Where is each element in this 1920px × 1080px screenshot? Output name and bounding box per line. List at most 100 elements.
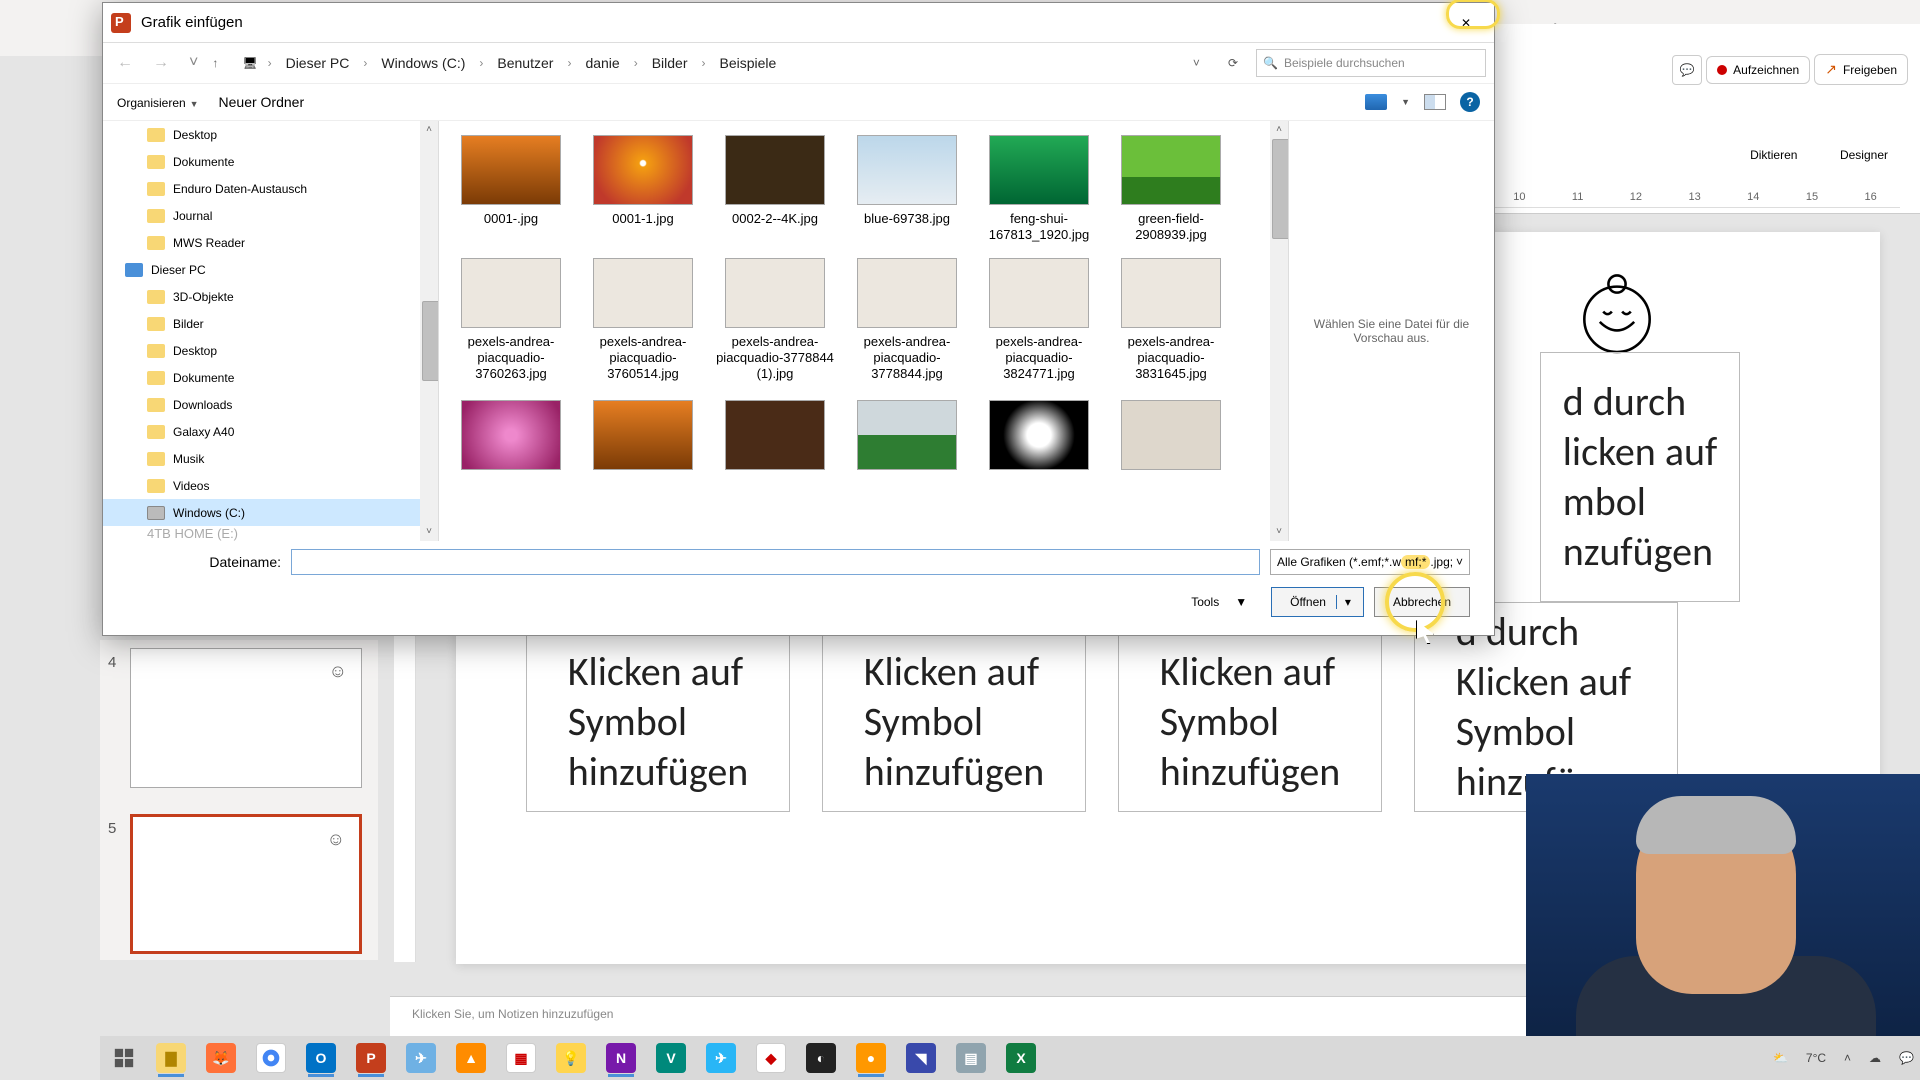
- slide-thumbnail-pane[interactable]: 4 ☺ 5 ☺: [100, 640, 378, 960]
- tree-item[interactable]: Videos: [103, 472, 438, 499]
- comments-icon[interactable]: 💬: [1672, 55, 1702, 85]
- image-placeholder-4[interactable]: Klicken aufSymbolhinzufügen: [1118, 632, 1382, 812]
- taskbar-firefox[interactable]: 🦊: [200, 1039, 242, 1077]
- file-item[interactable]: [1105, 396, 1237, 480]
- tree-item-cut[interactable]: 4TB HOME (E:): [103, 526, 438, 541]
- slide-thumb-5[interactable]: ☺: [130, 814, 362, 954]
- taskbar-app-7[interactable]: ▤: [950, 1039, 992, 1077]
- file-item[interactable]: 0002-2--4K.jpg: [709, 131, 841, 254]
- tree-scrollbar[interactable]: ˄˅: [420, 121, 438, 541]
- scrollbar-thumb[interactable]: [1272, 139, 1288, 239]
- nav-back-icon[interactable]: ←: [111, 54, 139, 72]
- system-tray[interactable]: ⛅ 7°C ˄ ☁ 💬: [1773, 1051, 1914, 1065]
- folder-tree[interactable]: DesktopDokumenteEnduro Daten-AustauschJo…: [103, 121, 439, 541]
- view-mode-icon[interactable]: [1365, 94, 1387, 110]
- file-item[interactable]: [577, 396, 709, 480]
- file-item[interactable]: pexels-andrea-piacquadio-3831645.jpg: [1105, 254, 1237, 393]
- dialog-titlebar[interactable]: Grafik einfügen ✕: [103, 3, 1494, 43]
- file-item[interactable]: [973, 396, 1105, 480]
- tree-item[interactable]: Dieser PC: [103, 256, 438, 283]
- ribbon-group-dictate[interactable]: Diktieren Sprache: [1750, 102, 1798, 199]
- file-item[interactable]: 0001-1.jpg: [577, 131, 709, 254]
- search-input[interactable]: 🔍 Beispiele durchsuchen: [1256, 49, 1486, 77]
- breadcrumb[interactable]: danie: [581, 55, 623, 71]
- taskbar-app-4[interactable]: ◆: [750, 1039, 792, 1077]
- file-item[interactable]: blue-69738.jpg: [841, 131, 973, 254]
- taskbar-excel[interactable]: X: [1000, 1039, 1042, 1077]
- taskbar-explorer[interactable]: ▇: [150, 1039, 192, 1077]
- filename-input[interactable]: [291, 549, 1260, 575]
- nav-forward-icon[interactable]: →: [147, 54, 175, 72]
- share-button[interactable]: ↗Freigeben: [1814, 54, 1908, 85]
- tree-item[interactable]: Bilder: [103, 310, 438, 337]
- taskbar-app-2[interactable]: ▦: [500, 1039, 542, 1077]
- file-item[interactable]: [709, 396, 841, 480]
- dialog-close-button[interactable]: ✕: [1446, 8, 1486, 38]
- taskbar-app-v[interactable]: V: [650, 1039, 692, 1077]
- image-placeholder-3[interactable]: Klicken aufSymbolhinzufügen: [822, 632, 1086, 812]
- files-scrollbar[interactable]: ˄˅: [1270, 121, 1288, 541]
- file-item[interactable]: pexels-andrea-piacquadio-3778844.jpg: [841, 254, 973, 393]
- tree-item[interactable]: Dokumente: [103, 148, 438, 175]
- tree-item[interactable]: Downloads: [103, 391, 438, 418]
- tools-menu[interactable]: Tools▼: [1191, 595, 1247, 609]
- file-item[interactable]: [841, 396, 973, 480]
- taskbar-app-5[interactable]: ◐: [800, 1039, 842, 1077]
- nav-up-icon[interactable]: ↑: [212, 56, 218, 70]
- taskbar-outlook[interactable]: O: [300, 1039, 342, 1077]
- taskbar-app-6[interactable]: ◥: [900, 1039, 942, 1077]
- tray-chevron-icon[interactable]: ˄: [1844, 1051, 1851, 1065]
- organize-menu[interactable]: Organisieren ▼: [117, 94, 199, 110]
- taskbar-powerpoint[interactable]: P: [350, 1039, 392, 1077]
- record-button[interactable]: Aufzeichnen: [1706, 56, 1810, 84]
- help-icon[interactable]: ?: [1460, 92, 1480, 112]
- taskbar-onenote[interactable]: N: [600, 1039, 642, 1077]
- taskbar[interactable]: ▇ 🦊 O P ✈ ▲ ▦ 💡 N V ✈ ◆ ◐ ● ◥ ▤ X ⛅ 7°C …: [100, 1036, 1920, 1080]
- tree-item[interactable]: Desktop: [103, 121, 438, 148]
- file-list[interactable]: 0001-.jpg0001-1.jpg0002-2--4K.jpgblue-69…: [439, 121, 1288, 541]
- breadcrumb[interactable]: Dieser PC: [282, 55, 354, 71]
- view-mode-dropdown-icon[interactable]: ▼: [1401, 97, 1410, 107]
- refresh-icon[interactable]: ⟳: [1218, 56, 1248, 70]
- new-folder-button[interactable]: Neuer Ordner: [219, 94, 305, 110]
- taskbar-chrome[interactable]: [250, 1039, 292, 1077]
- file-type-select[interactable]: Alle Grafiken (*.emf;*.wmf;*.jpg; ˅: [1270, 549, 1470, 575]
- tree-item[interactable]: Dokumente: [103, 364, 438, 391]
- tree-item[interactable]: Enduro Daten-Austausch: [103, 175, 438, 202]
- tree-item[interactable]: Musik: [103, 445, 438, 472]
- open-button[interactable]: Öffnen▾: [1271, 587, 1364, 617]
- breadcrumb[interactable]: Beispiele: [716, 55, 781, 71]
- tree-item[interactable]: 3D-Objekte: [103, 283, 438, 310]
- ribbon-group-designer[interactable]: Designer Designer: [1838, 102, 1890, 199]
- tray-chat-icon[interactable]: 💬: [1899, 1051, 1914, 1065]
- tree-item[interactable]: Desktop: [103, 337, 438, 364]
- breadcrumb[interactable]: Benutzer: [493, 55, 557, 71]
- tree-item[interactable]: Windows (C:): [103, 499, 438, 526]
- taskbar-app-3[interactable]: 💡: [550, 1039, 592, 1077]
- breadcrumb[interactable]: Bilder: [648, 55, 692, 71]
- open-dropdown-icon[interactable]: ▾: [1336, 595, 1359, 609]
- nav-dropdown-icon[interactable]: ˅: [183, 54, 204, 72]
- tree-item[interactable]: MWS Reader: [103, 229, 438, 256]
- tree-item[interactable]: Journal: [103, 202, 438, 229]
- file-item[interactable]: pexels-andrea-piacquadio-3760263.jpg: [445, 254, 577, 393]
- preview-pane-icon[interactable]: [1424, 94, 1446, 110]
- image-placeholder-2[interactable]: Klicken aufSymbolhinzufügen: [526, 632, 790, 812]
- file-item[interactable]: 0001-.jpg: [445, 131, 577, 254]
- taskbar-vlc[interactable]: ▲: [450, 1039, 492, 1077]
- file-item[interactable]: [445, 396, 577, 480]
- file-item[interactable]: pexels-andrea-piacquadio-3824771.jpg: [973, 254, 1105, 393]
- breadcrumb-root-icon[interactable]: 🖥: [242, 56, 257, 70]
- breadcrumb[interactable]: Windows (C:): [377, 55, 469, 71]
- taskbar-telegram[interactable]: ✈: [700, 1039, 742, 1077]
- start-button[interactable]: [106, 1042, 142, 1074]
- taskbar-app-rec[interactable]: ●: [850, 1039, 892, 1077]
- tray-cloud-icon[interactable]: ☁: [1869, 1051, 1881, 1065]
- slide-thumb-4[interactable]: ☺: [130, 648, 362, 788]
- file-item[interactable]: pexels-andrea-piacquadio-3778844 (1).jpg: [709, 254, 841, 393]
- cancel-button[interactable]: Abbrechen: [1374, 587, 1470, 617]
- file-item[interactable]: pexels-andrea-piacquadio-3760514.jpg: [577, 254, 709, 393]
- file-item[interactable]: green-field-2908939.jpg: [1105, 131, 1237, 254]
- image-placeholder-1[interactable]: d durchlicken aufmbolnzufügen: [1540, 352, 1740, 602]
- weather-icon[interactable]: ⛅: [1773, 1051, 1788, 1065]
